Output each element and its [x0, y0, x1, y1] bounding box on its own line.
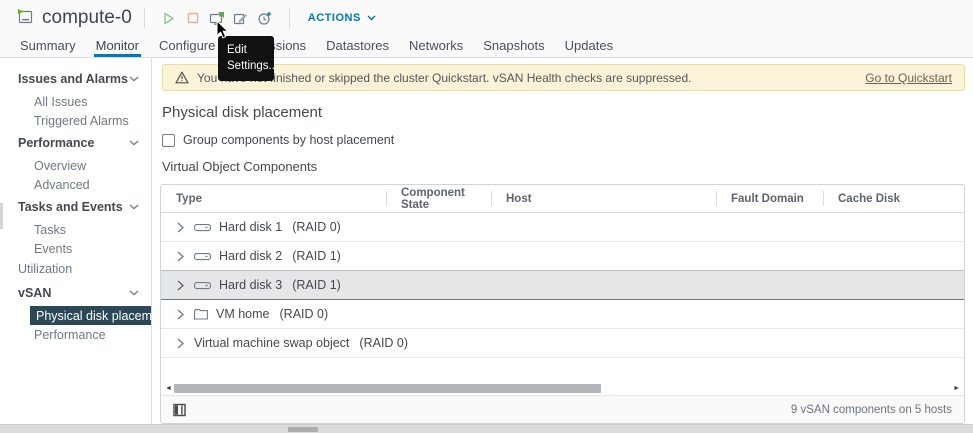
mouse-cursor-icon	[216, 20, 229, 44]
row-label: Hard disk 2	[219, 249, 282, 263]
banner-message: You have not finished or skipped the clu…	[197, 71, 865, 85]
group-components-checkbox[interactable]	[162, 134, 175, 147]
sidebar-item-advanced[interactable]: Advanced	[0, 175, 151, 194]
column-header-host[interactable]: Host	[491, 185, 716, 212]
tab-configure[interactable]: Configure	[157, 36, 217, 57]
row-label: VM home	[216, 307, 270, 321]
components-table: Type Component State Host Fault Domain C…	[160, 184, 965, 424]
virtual-object-components-title: Virtual Object Components	[162, 159, 973, 174]
toolbar-divider	[289, 8, 290, 28]
scrollbar-thumb[interactable]	[174, 384, 601, 393]
column-header-type[interactable]: Type	[161, 185, 386, 212]
hard-disk-icon	[194, 223, 211, 232]
scroll-right-arrow-icon[interactable]: ►	[953, 385, 960, 392]
table-footer: 9 vSAN components on 5 hosts	[161, 395, 964, 423]
sidebar-item-triggered-alarms[interactable]: Triggered Alarms	[0, 111, 151, 130]
toolbar-divider	[144, 8, 145, 28]
row-raid: (RAID 1)	[292, 278, 341, 292]
row-label: Hard disk 3	[219, 278, 282, 292]
monitor-sidebar: Issues and Alarms All Issues Triggered A…	[0, 58, 152, 424]
table-header-row: Type Component State Host Fault Domain C…	[161, 185, 964, 213]
hard-disk-icon	[194, 281, 211, 290]
quickstart-warning-banner: You have not finished or skipped the clu…	[162, 64, 965, 91]
vsphere-client-window: compute-0	[0, 0, 973, 433]
row-raid: (RAID 0)	[359, 336, 408, 350]
expand-chevron-icon[interactable]	[177, 280, 184, 291]
content-pane: You have not finished or skipped the clu…	[152, 58, 973, 424]
column-header-component-state[interactable]: Component State	[386, 185, 491, 212]
power-on-icon[interactable]	[157, 6, 181, 30]
hard-disk-icon	[194, 252, 211, 261]
row-raid: (RAID 0)	[292, 220, 341, 234]
expand-chevron-icon[interactable]	[177, 222, 184, 233]
tooltip-line-2: Settings...	[227, 58, 266, 74]
page-scrollbar-thumb[interactable]	[288, 427, 318, 432]
tooltip-line-1: Edit	[227, 42, 266, 58]
sidebar-item-utilization[interactable]: Utilization	[0, 258, 151, 280]
sidebar-item-overview[interactable]: Overview	[0, 156, 151, 175]
chevron-down-icon	[129, 140, 139, 146]
scrollbar-track[interactable]	[174, 384, 951, 393]
row-label: Hard disk 1	[219, 220, 282, 234]
horizontal-scrollbar[interactable]: ◄ ►	[162, 381, 963, 395]
sidebar-item-tasks[interactable]: Tasks	[0, 220, 151, 239]
tab-summary[interactable]: Summary	[18, 36, 78, 57]
actions-button[interactable]: ACTIONS	[308, 12, 376, 24]
tab-updates[interactable]: Updates	[563, 36, 615, 57]
sidebar-section-performance[interactable]: Performance	[0, 130, 151, 156]
group-components-label: Group components by host placement	[183, 133, 394, 147]
table-row-vm-swap-object[interactable]: Virtual machine swap object (RAID 0)	[161, 329, 964, 358]
sidebar-section-issues-alarms[interactable]: Issues and Alarms	[0, 66, 151, 92]
table-row-vm-home[interactable]: VM home (RAID 0)	[161, 300, 964, 329]
sidebar-scrollbar[interactable]	[0, 203, 3, 229]
sidebar-item-vsan-performance[interactable]: Performance	[0, 325, 151, 344]
table-row-hard-disk-1[interactable]: Hard disk 1 (RAID 0)	[161, 213, 964, 242]
chevron-down-icon	[129, 76, 139, 82]
row-raid: (RAID 1)	[292, 249, 341, 263]
expand-chevron-icon[interactable]	[177, 309, 184, 320]
sidebar-item-events[interactable]: Events	[0, 239, 151, 258]
components-summary: 9 vSAN components on 5 hosts	[791, 404, 952, 416]
edit-settings-icon[interactable]	[229, 6, 253, 30]
section-label: Performance	[18, 136, 94, 150]
page-horizontal-scrollbar[interactable]	[0, 424, 973, 433]
warning-icon	[175, 71, 189, 84]
table-row-hard-disk-3-selected[interactable]: Hard disk 3 (RAID 1)	[161, 270, 964, 300]
expand-chevron-icon[interactable]	[177, 338, 184, 349]
scroll-left-arrow-icon[interactable]: ◄	[165, 385, 172, 392]
tab-datastores[interactable]: Datastores	[324, 36, 391, 57]
expand-chevron-icon[interactable]	[177, 251, 184, 262]
tab-bar: Summary Monitor Configure Permissions Da…	[0, 36, 973, 58]
tab-monitor[interactable]: Monitor	[94, 36, 141, 57]
column-selector-icon[interactable]	[173, 403, 186, 417]
section-label: vSAN	[18, 286, 51, 300]
schedule-task-icon[interactable]	[253, 6, 277, 30]
folder-icon	[194, 309, 208, 320]
chevron-down-icon	[129, 204, 139, 210]
sidebar-item-all-issues[interactable]: All Issues	[0, 92, 151, 111]
column-header-cache-disk[interactable]: Cache Disk	[823, 185, 964, 212]
group-components-row: Group components by host placement	[162, 133, 973, 147]
column-header-fault-domain[interactable]: Fault Domain	[716, 185, 823, 212]
page-title: Physical disk placement	[162, 104, 973, 121]
tab-networks[interactable]: Networks	[407, 36, 465, 57]
chevron-down-icon	[367, 15, 376, 21]
sidebar-item-physical-disk-placement[interactable]: Physical disk placement	[30, 306, 151, 325]
row-label: Virtual machine swap object	[194, 336, 349, 350]
actions-label: ACTIONS	[308, 12, 361, 24]
power-off-icon[interactable]	[181, 6, 205, 30]
chevron-down-icon	[129, 290, 139, 296]
table-row-hard-disk-2[interactable]: Hard disk 2 (RAID 1)	[161, 242, 964, 271]
sidebar-section-tasks-events[interactable]: Tasks and Events	[0, 194, 151, 220]
vm-icon	[16, 7, 34, 30]
main-body: Issues and Alarms All Issues Triggered A…	[0, 58, 973, 424]
entity-title: compute-0	[42, 7, 132, 29]
sidebar-section-vsan[interactable]: vSAN	[0, 280, 151, 306]
section-label: Tasks and Events	[18, 200, 123, 214]
section-label: Issues and Alarms	[18, 72, 128, 86]
entity-header-bar: compute-0	[0, 0, 973, 36]
tab-snapshots[interactable]: Snapshots	[481, 36, 546, 57]
go-to-quickstart-link[interactable]: Go to Quickstart	[865, 71, 952, 85]
row-raid: (RAID 0)	[280, 307, 329, 321]
